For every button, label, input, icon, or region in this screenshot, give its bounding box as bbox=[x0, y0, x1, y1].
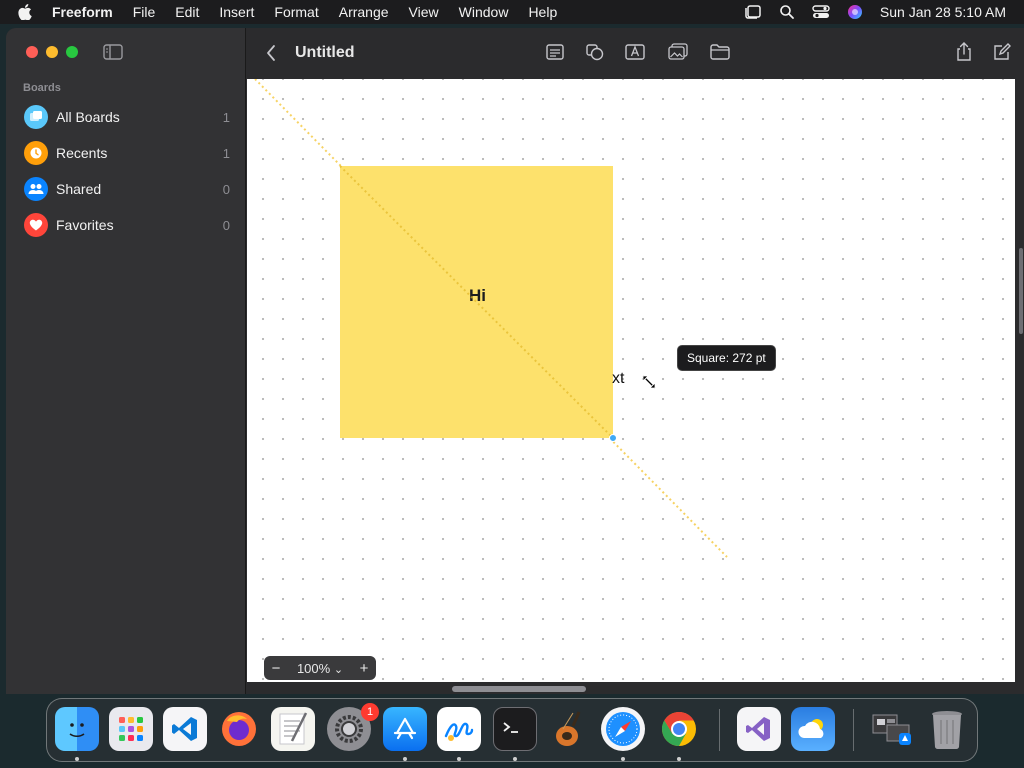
board-canvas[interactable]: Hi xt Square: 272 pt bbox=[247, 79, 1015, 682]
zoom-in-button[interactable]: + bbox=[352, 660, 376, 677]
menu-format[interactable]: Format bbox=[274, 4, 318, 20]
running-indicator bbox=[513, 757, 517, 761]
zoom-window-button[interactable] bbox=[66, 46, 78, 58]
running-indicator bbox=[457, 757, 461, 761]
vscode-icon[interactable] bbox=[163, 707, 207, 751]
chrome-icon[interactable] bbox=[657, 707, 701, 751]
minimize-window-button[interactable] bbox=[46, 46, 58, 58]
downloads-stack-icon[interactable] bbox=[869, 707, 913, 751]
compose-icon[interactable] bbox=[991, 42, 1013, 62]
partial-text-label[interactable]: xt bbox=[612, 370, 624, 388]
running-indicator bbox=[677, 757, 681, 761]
sidebar-item-label: Recents bbox=[56, 145, 108, 161]
toolbar: Untitled bbox=[247, 28, 1024, 79]
sidebar-item-label: All Boards bbox=[56, 109, 120, 125]
close-window-button[interactable] bbox=[26, 46, 38, 58]
textedit-icon[interactable] bbox=[271, 707, 315, 751]
sticky-note[interactable]: Hi bbox=[340, 166, 613, 438]
chevron-down-icon: ⌄ bbox=[333, 663, 344, 676]
menu-arrange[interactable]: Arrange bbox=[339, 4, 389, 20]
vertical-scrollbar[interactable] bbox=[1019, 248, 1023, 334]
size-tooltip: Square: 272 pt bbox=[677, 345, 776, 371]
resize-handle[interactable] bbox=[609, 434, 617, 442]
sidebar-item-favorites[interactable]: Favorites 0 bbox=[24, 211, 230, 239]
shapes-icon[interactable] bbox=[584, 42, 606, 62]
status-area: Sun Jan 28 5:10 AM bbox=[744, 0, 1024, 24]
board-title[interactable]: Untitled bbox=[295, 44, 355, 62]
menu-edit[interactable]: Edit bbox=[175, 4, 199, 20]
zoom-out-button[interactable]: − bbox=[264, 660, 288, 677]
menu-view[interactable]: View bbox=[409, 4, 439, 20]
finder-icon[interactable] bbox=[55, 707, 99, 751]
menu-insert[interactable]: Insert bbox=[219, 4, 254, 20]
control-center-icon[interactable] bbox=[812, 3, 830, 21]
menu-help[interactable]: Help bbox=[528, 4, 557, 20]
running-indicator bbox=[621, 757, 625, 761]
boards-icon bbox=[24, 105, 48, 129]
sidebar-item-count: 1 bbox=[222, 145, 230, 161]
trash-icon[interactable] bbox=[925, 707, 969, 751]
folder-icon[interactable] bbox=[709, 42, 731, 62]
spotlight-search-icon[interactable] bbox=[778, 3, 796, 21]
horizontal-scrollbar[interactable] bbox=[452, 686, 586, 692]
visual-studio-icon[interactable] bbox=[737, 707, 781, 751]
app-store-icon[interactable] bbox=[383, 707, 427, 751]
menu-window[interactable]: Window bbox=[459, 4, 509, 20]
main-area: Untitled Hi xt Square: 272 pt − 100% ⌄ + bbox=[247, 28, 1024, 694]
sidebar-item-recents[interactable]: Recents 1 bbox=[24, 139, 230, 167]
freeform-icon[interactable] bbox=[437, 707, 481, 751]
sidebar-item-label: Favorites bbox=[56, 217, 114, 233]
text-box-icon[interactable] bbox=[624, 42, 646, 62]
running-indicator bbox=[403, 757, 407, 761]
clock-icon bbox=[24, 141, 48, 165]
sidebar-item-label: Shared bbox=[56, 181, 102, 197]
zoom-level[interactable]: 100% ⌄ bbox=[288, 661, 352, 676]
diagonal-resize-cursor-icon bbox=[641, 374, 657, 390]
sidebar-toggle-icon[interactable] bbox=[103, 44, 123, 60]
sidebar-item-shared[interactable]: Shared 0 bbox=[24, 175, 230, 203]
terminal-icon[interactable] bbox=[493, 707, 537, 751]
share-icon[interactable] bbox=[953, 42, 975, 62]
menu-bar: Freeform File Edit Insert Format Arrange… bbox=[0, 0, 1024, 24]
launchpad-icon[interactable] bbox=[109, 707, 153, 751]
sticky-note-text: Hi bbox=[469, 286, 486, 305]
back-chevron-icon[interactable] bbox=[265, 44, 279, 62]
sidebar-item-count: 0 bbox=[222, 181, 230, 197]
sidebar-item-count: 1 bbox=[222, 109, 230, 125]
dock-separator bbox=[853, 709, 854, 751]
freeform-window: Boards All Boards 1 Recents 1 Shared 0 F… bbox=[6, 28, 1024, 694]
firefox-icon[interactable] bbox=[217, 707, 261, 751]
sidebar-item-count: 0 bbox=[222, 217, 230, 233]
dock-separator bbox=[719, 709, 720, 751]
apple-menu-icon[interactable] bbox=[18, 4, 34, 20]
notification-badge: 1 bbox=[361, 703, 379, 721]
sidebar: Boards All Boards 1 Recents 1 Shared 0 F… bbox=[6, 28, 246, 694]
zoom-value: 100% bbox=[296, 660, 331, 676]
safari-icon[interactable] bbox=[601, 707, 645, 751]
running-indicator bbox=[75, 757, 79, 761]
menu-app-freeform[interactable]: Freeform bbox=[52, 4, 113, 20]
sidebar-item-all-boards[interactable]: All Boards 1 bbox=[24, 103, 230, 131]
heart-icon bbox=[24, 213, 48, 237]
weather-icon[interactable] bbox=[791, 707, 835, 751]
menubar-clock[interactable]: Sun Jan 28 5:10 AM bbox=[880, 4, 1006, 20]
people-icon bbox=[24, 177, 48, 201]
menu-file[interactable]: File bbox=[133, 4, 156, 20]
insert-media-icon[interactable] bbox=[667, 42, 689, 62]
sidebar-section-title: Boards bbox=[23, 82, 61, 94]
stage-manager-icon[interactable] bbox=[744, 3, 762, 21]
sticky-note-icon[interactable] bbox=[544, 42, 566, 62]
siri-icon[interactable] bbox=[846, 3, 864, 21]
garageband-icon[interactable] bbox=[547, 707, 591, 751]
zoom-control: − 100% ⌄ + bbox=[264, 656, 376, 680]
dock: 1 bbox=[46, 698, 978, 762]
